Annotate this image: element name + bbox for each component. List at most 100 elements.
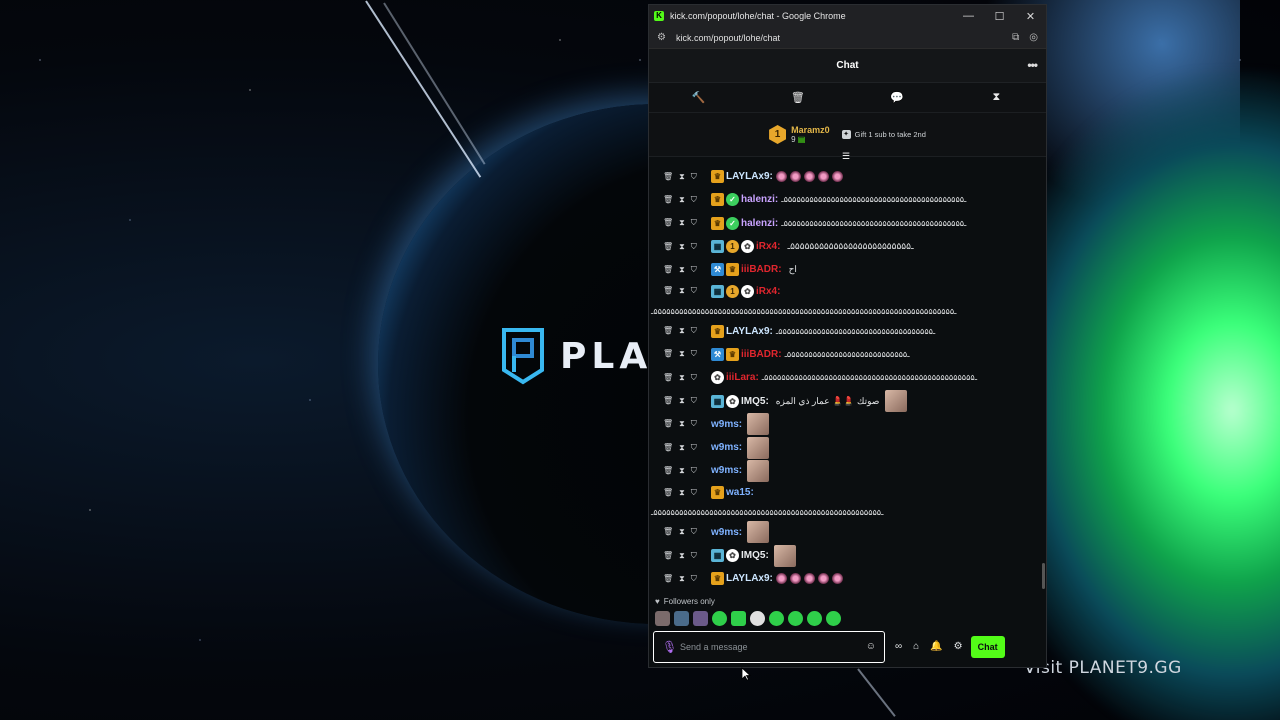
chat-message[interactable]: 🗑 ⧗ ⛉ ⚒ ♛ iiiBADR: اح: [661, 258, 1046, 281]
message-input-box[interactable]: 🎙 ☺: [653, 630, 885, 663]
url-text[interactable]: kick.com/popout/lohe/chat: [676, 33, 1002, 43]
chat-bubble-icon[interactable]: 💬: [848, 91, 947, 104]
delete-message-icon[interactable]: 🗑: [663, 218, 673, 228]
emote-image[interactable]: [747, 436, 770, 459]
chat-username[interactable]: w9ms:: [711, 527, 742, 538]
ban-user-icon[interactable]: ⛉: [691, 574, 697, 584]
delete-message-icon[interactable]: 🗑: [663, 286, 673, 296]
emote[interactable]: [803, 573, 815, 585]
delete-message-icon[interactable]: 🗑: [663, 488, 673, 498]
chat-message[interactable]: 🗑 ⧗ ⛉ w9ms:: [661, 521, 1046, 544]
emoji-icon[interactable]: ☺: [866, 641, 876, 652]
delete-message-icon[interactable]: 🗑: [663, 443, 673, 453]
chat-message[interactable]: 🗑 ⧗ ⛉ w9ms:: [661, 436, 1046, 459]
ban-user-icon[interactable]: ⛉: [691, 527, 697, 537]
emote[interactable]: [655, 611, 670, 626]
delete-message-icon[interactable]: 🗑: [663, 349, 673, 359]
emote[interactable]: [831, 573, 843, 585]
ban-user-icon[interactable]: ⛉: [691, 326, 697, 336]
chat-username[interactable]: iRx4:: [756, 241, 780, 252]
chat-username[interactable]: LAYLAx9:: [726, 326, 773, 337]
chat-message[interactable]: 🗑 ⧗ ⛉ w9ms:: [661, 413, 1046, 436]
chat-message[interactable]: 🗑 ⧗ ⛉ ♛ ✓ halenzi: ـ۵۵۵۵۵۵۵۵۵۵۵۵۵۵۵۵۵۵۵۵۵۵۵۵۵۵…: [661, 188, 1046, 211]
emote-image[interactable]: [747, 459, 770, 482]
chat-message-list[interactable]: 🗑 ⧗ ⛉ ♛ LAYLAx9: 🗑 ⧗ ⛉ ♛ ✓ halenzi: ـ۵۵۵۵۵۵۵۵۵۵۵۵۵۵…: [649, 161, 1046, 597]
timeout-icon[interactable]: ⧗: [679, 242, 685, 252]
chat-username[interactable]: iiiLara:: [726, 372, 759, 383]
ban-user-icon[interactable]: ⛉: [691, 419, 697, 429]
bell-icon[interactable]: 🔔: [930, 641, 942, 652]
timeout-icon[interactable]: ⧗: [679, 419, 685, 429]
delete-message-icon[interactable]: 🗑: [663, 195, 673, 205]
ban-user-icon[interactable]: ⛉: [691, 195, 697, 205]
flower-badge-icon[interactable]: ✿: [726, 549, 739, 562]
ban-user-icon[interactable]: ⛉: [691, 466, 697, 476]
flower-badge-icon[interactable]: ✿: [741, 284, 754, 298]
delete-message-icon[interactable]: 🗑: [663, 396, 673, 406]
ban-user-icon[interactable]: ⛉: [691, 488, 697, 498]
delete-message-icon[interactable]: 🗑: [663, 265, 673, 275]
ban-user-icon[interactable]: ⛉: [691, 172, 697, 182]
emote[interactable]: [826, 611, 841, 626]
crown-badge-icon[interactable]: ♛: [711, 193, 724, 207]
crown-badge-icon[interactable]: ♛: [711, 216, 724, 230]
emote-image[interactable]: [773, 544, 796, 567]
delete-message-icon[interactable]: 🗑: [663, 574, 673, 584]
chat-username[interactable]: wa15:: [726, 487, 754, 498]
chat-message[interactable]: 🗑 ⧗ ⛉ ♛ ✓ halenzi: ـ۵۵۵۵۵۵۵۵۵۵۵۵۵۵۵۵۵۵۵۵۵۵۵۵۵۵…: [661, 212, 1046, 235]
timeout-icon[interactable]: ⧗: [679, 373, 685, 383]
moderator-badge-icon[interactable]: ⚒: [711, 263, 724, 277]
chat-username[interactable]: iiiBADR:: [741, 349, 782, 360]
delete-message-icon[interactable]: 🗑: [663, 551, 673, 561]
timeout-icon[interactable]: ⧗: [679, 218, 685, 228]
chat-message[interactable]: 🗑 ⧗ ⛉ ▦ ✿ IMQ5:: [661, 544, 1046, 567]
chat-message[interactable]: 🗑 ⧗ ⛉ ▦ ✿ IMQ5: صوتك 💄💄 عمار ذي المزه: [661, 389, 1046, 413]
chat-username[interactable]: halenzi:: [741, 218, 778, 229]
chat-username[interactable]: LAYLAx9:: [726, 573, 773, 584]
emote[interactable]: [769, 611, 784, 626]
timeout-icon[interactable]: ⧗: [679, 349, 685, 359]
delete-message-icon[interactable]: 🗑: [663, 527, 673, 537]
timeout-icon[interactable]: ⧗: [679, 286, 685, 296]
delete-message-icon[interactable]: 🗑: [663, 419, 673, 429]
chat-username[interactable]: w9ms:: [711, 419, 742, 430]
emote[interactable]: [817, 573, 829, 585]
translate-icon[interactable]: ⧉: [1012, 32, 1019, 43]
emote-image[interactable]: [747, 521, 770, 544]
ban-user-icon[interactable]: ⛉: [691, 242, 697, 252]
delete-message-icon[interactable]: 🗑: [663, 326, 673, 336]
gifter-badge-icon[interactable]: 1: [726, 240, 739, 254]
emote[interactable]: [803, 171, 815, 183]
emote[interactable]: [775, 573, 787, 585]
chat-message[interactable]: 🗑 ⧗ ⛉ ▦ 1 ✿ iRx4: ـ۵۵۵۵۵۵۵۵۵۵۵۵۵۵۵۵۵۵۵۵۵۵۵۵۵۵۵۵…: [651, 281, 1046, 319]
chat-username[interactable]: w9ms:: [711, 442, 742, 453]
emote[interactable]: [775, 171, 787, 183]
chat-message[interactable]: 🗑 ⧗ ⛉ ♛ LAYLAx9:: [661, 165, 1046, 188]
timeout-icon[interactable]: ⧗: [679, 265, 685, 275]
timeout-icon[interactable]: ⧗: [679, 527, 685, 537]
message-input[interactable]: [680, 641, 866, 652]
chat-username[interactable]: IMQ5:: [741, 550, 769, 561]
chat-message[interactable]: 🗑 ⧗ ⛉ ♛ LAYLAx9:: [661, 567, 1046, 590]
ban-user-icon[interactable]: ⛉: [691, 551, 697, 561]
hourglass-icon[interactable]: ⧗: [947, 91, 1046, 104]
emote[interactable]: [674, 611, 689, 626]
chat-username[interactable]: iRx4:: [756, 286, 780, 297]
top-gifter[interactable]: 1 Maramz0 9 ▤: [769, 125, 830, 144]
subscriber-badge-icon[interactable]: ▦: [711, 240, 724, 254]
crown-badge-icon[interactable]: ♛: [711, 486, 724, 500]
gift-sub-prompt[interactable]: ✦ Gift 1 sub to take 2nd: [841, 130, 926, 139]
crown-badge-icon[interactable]: ♛: [726, 347, 739, 361]
site-info-icon[interactable]: ⚙: [657, 32, 673, 43]
microphone-icon[interactable]: 🎙: [662, 640, 680, 654]
window-titlebar[interactable]: K kick.com/popout/lohe/chat - Google Chr…: [649, 5, 1046, 27]
eye-off-icon[interactable]: ◎: [1029, 32, 1038, 43]
trash-icon[interactable]: 🗑: [748, 91, 847, 104]
delete-message-icon[interactable]: 🗑: [663, 172, 673, 182]
timeout-icon[interactable]: ⧗: [679, 172, 685, 182]
delete-message-icon[interactable]: 🗑: [663, 466, 673, 476]
more-options-icon[interactable]: •••: [1027, 58, 1038, 72]
chat-username[interactable]: w9ms:: [711, 465, 742, 476]
chat-message[interactable]: 🗑 ⧗ ⛉ w9ms:: [661, 459, 1046, 482]
emote[interactable]: [789, 573, 801, 585]
